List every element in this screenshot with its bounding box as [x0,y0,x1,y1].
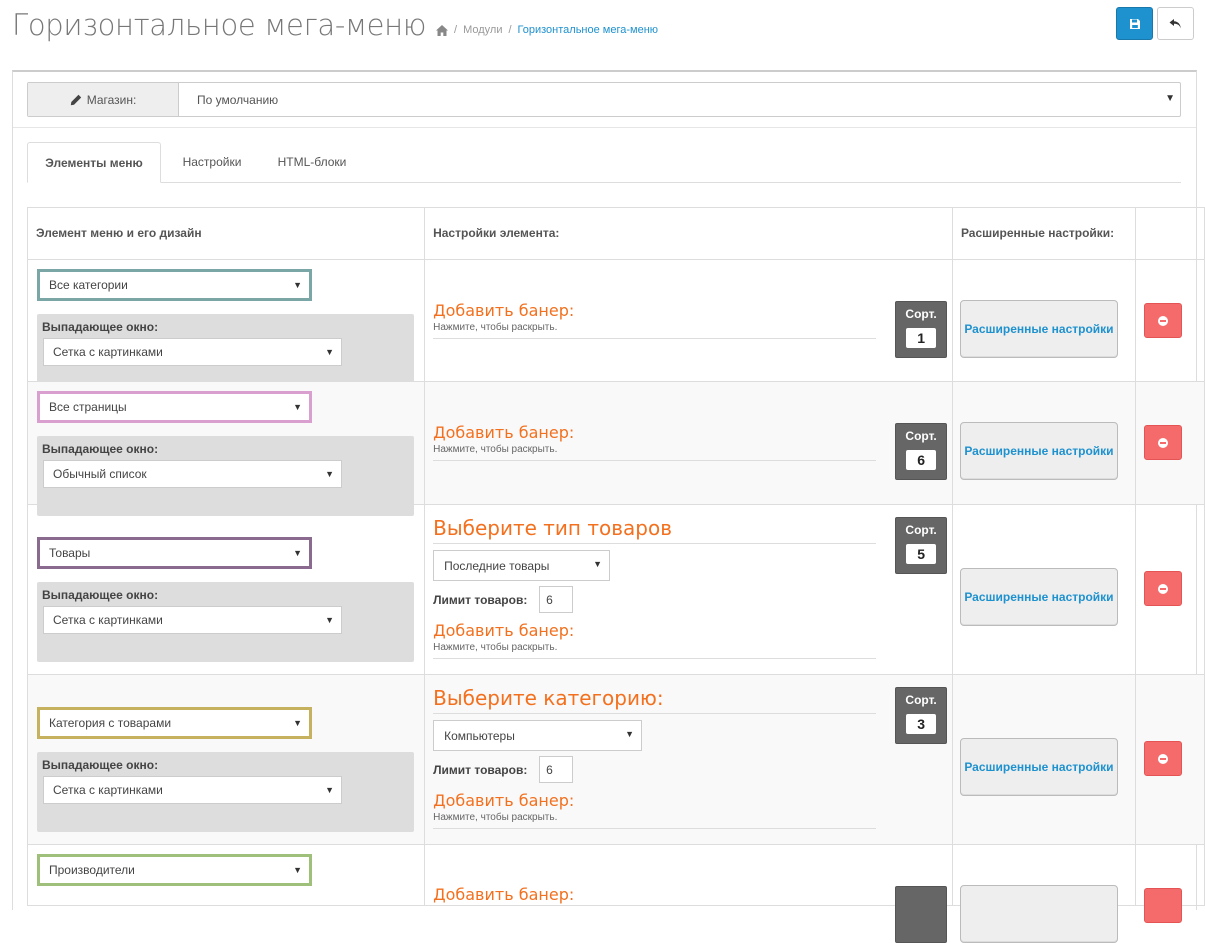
chevron-down-icon: ▼ [1165,93,1175,104]
table-row: Производители ▼ Добавить банер: [26,844,1205,943]
category-title: Выберите категорию: [433,686,664,710]
product-type-select[interactable]: Последние товары ▼ [433,550,611,581]
chevron-down-icon: ▼ [325,785,334,795]
sort-value[interactable]: 1 [906,328,937,348]
remove-button[interactable] [1143,741,1182,776]
dropdown-type-select[interactable]: Сетка с картинками ▼ [43,606,342,634]
reply-icon [1169,18,1181,28]
chevron-down-icon: ▼ [325,615,334,625]
store-select[interactable]: По умолчанию ▼ [179,83,1180,116]
chevron-down-icon: ▼ [293,865,302,875]
remove-button[interactable] [1143,571,1182,606]
sort-order: Сорт. 1 [895,301,948,358]
chevron-down-icon: ▼ [293,548,302,558]
chevron-down-icon: ▼ [593,559,603,569]
product-limit-input[interactable]: 6 [539,756,574,783]
dropdown-type-select[interactable]: Обычный список ▼ [43,460,342,488]
home-icon[interactable] [436,24,448,36]
breadcrumb: / Модули / Горизонтальное мега-меню [436,24,658,36]
minus-circle-icon [1157,315,1168,326]
dropdown-type-select[interactable]: Сетка с картинками ▼ [43,776,342,804]
menu-items-table: Элемент меню и его дизайн Настройки элем… [26,207,1205,943]
remove-button[interactable] [1143,303,1182,338]
sort-order [895,886,948,943]
minus-circle-icon [1157,437,1168,448]
col-header-actions [1134,207,1205,260]
dropdown-type-select[interactable]: Сетка с картинками ▼ [43,338,342,366]
tab-bar: Элементы меню Настройки HTML-блоки [27,142,1181,183]
chevron-down-icon: ▼ [293,402,302,412]
add-banner-toggle[interactable]: Добавить банер: [433,885,574,904]
advanced-settings-button[interactable]: Расширенные настройки [959,738,1118,796]
col-header-item: Элемент меню и его дизайн [26,207,426,260]
dropdown-box: Выпадающее окно: Сетка с картинками ▼ [37,582,414,662]
tab-settings[interactable]: Настройки [167,142,257,182]
sort-order: Сорт. 6 [895,423,948,480]
menu-item-select[interactable]: Категория с товарами ▼ [37,707,312,739]
chevron-down-icon: ▼ [325,469,334,479]
advanced-settings-button[interactable]: Расширенные настройки [959,568,1118,626]
add-banner-toggle[interactable]: Добавить банер: [433,423,574,442]
sort-value[interactable]: 6 [906,450,937,470]
col-header-settings: Настройки элемента: [424,207,953,260]
breadcrumb-modules[interactable]: Модули [463,24,502,36]
tab-html-blocks[interactable]: HTML-блоки [267,142,357,182]
breadcrumb-current[interactable]: Горизонтальное мега-меню [518,24,659,36]
minus-circle-icon [1157,753,1168,764]
minus-circle-icon [1157,583,1168,594]
menu-item-select[interactable]: Товары ▼ [37,537,312,569]
page-title: Горизонтальное мега-меню [12,8,427,42]
table-row: Категория с товарами ▼ Выпадающее окно: С… [26,674,1205,845]
sort-order: Сорт. 5 [895,517,948,574]
remove-button[interactable] [1143,888,1182,923]
table-row: Все категории ▼ Выпадающее окно: Сетка с … [26,259,1205,394]
store-selector[interactable]: Магазин: По умолчанию ▼ [27,82,1181,117]
store-label: Магазин: [28,83,179,116]
menu-item-select[interactable]: Все страницы ▼ [37,391,312,423]
add-banner-toggle[interactable]: Добавить банер: [433,301,574,320]
table-row: Товары ▼ Выпадающее окно: Сетка с картинк… [26,504,1205,675]
save-icon [1129,18,1140,29]
chevron-down-icon: ▼ [293,718,302,728]
add-banner-toggle[interactable]: Добавить банер: [433,791,574,810]
pencil-icon [70,94,81,105]
back-button[interactable] [1157,7,1194,40]
remove-button[interactable] [1143,425,1182,460]
product-type-title: Выберите тип товаров [433,516,672,540]
product-limit-input[interactable]: 6 [539,586,574,613]
chevron-down-icon: ▼ [293,280,302,290]
table-row: Все страницы ▼ Выпадающее окно: Обычный с… [26,381,1205,516]
advanced-settings-button[interactable] [959,885,1118,943]
chevron-down-icon: ▼ [625,729,635,739]
sort-value[interactable]: 5 [906,544,937,564]
sort-value[interactable]: 3 [906,714,937,734]
sort-order: Сорт. 3 [895,687,948,744]
dropdown-box: Выпадающее окно: Сетка с картинками ▼ [37,752,414,832]
category-select[interactable]: Компьютеры ▼ [433,720,643,751]
col-header-advanced: Расширенные настройки: [951,207,1136,260]
save-button[interactable] [1116,7,1153,40]
menu-item-select[interactable]: Производители ▼ [37,854,312,886]
add-banner-toggle[interactable]: Добавить банер: [433,621,574,640]
tab-menu-items[interactable]: Элементы меню [27,142,161,183]
advanced-settings-button[interactable]: Расширенные настройки [959,300,1118,358]
chevron-down-icon: ▼ [325,347,334,357]
advanced-settings-button[interactable]: Расширенные настройки [959,422,1118,480]
menu-item-select[interactable]: Все категории ▼ [37,269,312,301]
